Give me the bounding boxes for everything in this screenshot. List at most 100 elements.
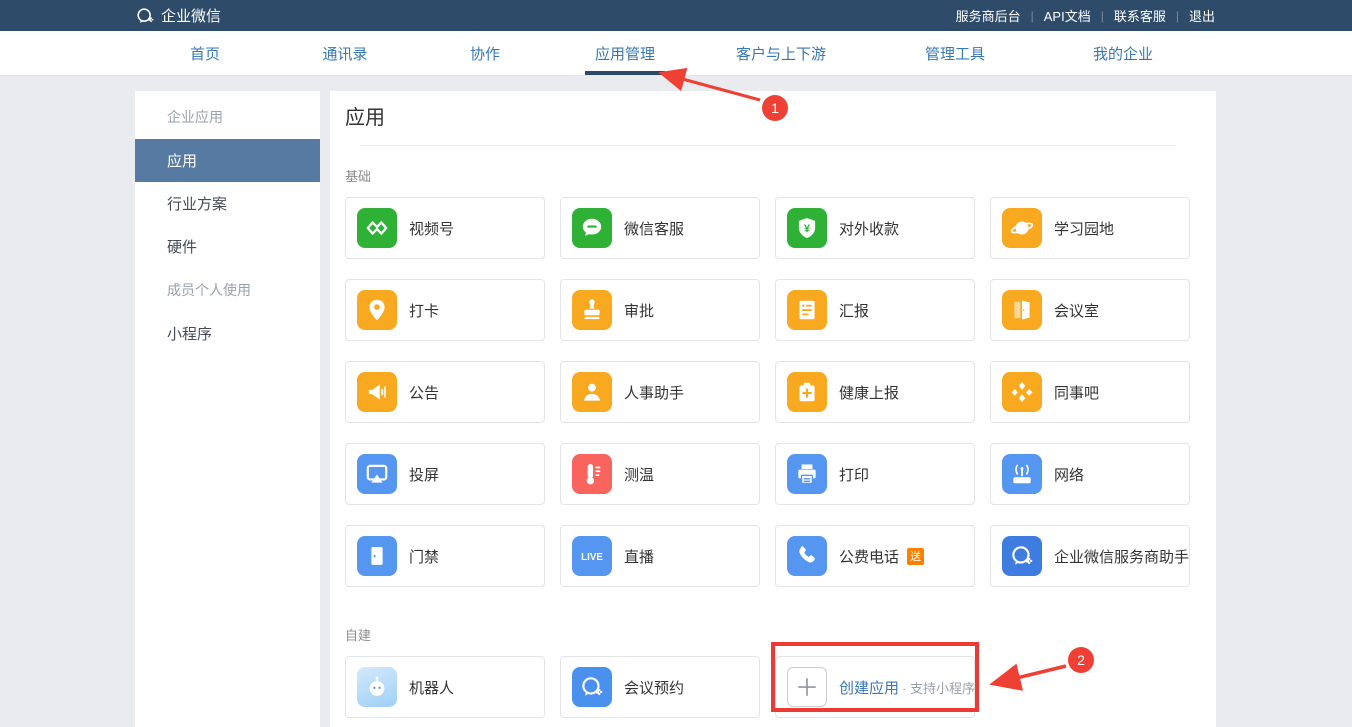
open-door-icon xyxy=(1002,290,1042,330)
topbar-link[interactable]: 服务商后台 xyxy=(956,6,1021,25)
app-label: 学习园地 xyxy=(1054,218,1114,239)
app-card-report[interactable]: 汇报 xyxy=(775,279,975,341)
app-label: 公告 xyxy=(409,382,439,403)
sidebar-group-header: 企业应用 xyxy=(135,95,320,139)
topbar-links: 服务商后台 | API文档 | 联系客服 | 退出 xyxy=(956,6,1215,25)
sidebar-item-应用[interactable]: 应用 xyxy=(135,139,320,182)
app-label: 投屏 xyxy=(409,464,439,485)
printer-icon xyxy=(787,454,827,494)
page-body: 企业应用应用行业方案硬件成员个人使用小程序 应用 基础视频号微信客服¥对外收款学… xyxy=(0,76,1352,727)
door-icon xyxy=(357,536,397,576)
app-label: 企业微信服务商助手 xyxy=(1054,546,1189,567)
nav-tab-客户与上下游[interactable]: 客户与上下游 xyxy=(695,31,867,75)
report-doc-icon xyxy=(787,290,827,330)
stamp-icon xyxy=(572,290,612,330)
app-card-door-access[interactable]: 门禁 xyxy=(345,525,545,587)
app-card-free-call[interactable]: 公费电话送 xyxy=(775,525,975,587)
app-card-temperature[interactable]: 测温 xyxy=(560,443,760,505)
sidebar-item-小程序[interactable]: 小程序 xyxy=(135,312,320,355)
app-label: 直播 xyxy=(624,546,654,567)
medkit-icon xyxy=(787,372,827,412)
app-grid: 机器人 会议预约 创建应用· 支持小程序 xyxy=(330,656,1216,718)
sidebar-group-header: 成员个人使用 xyxy=(135,268,320,312)
app-label: 对外收款 xyxy=(839,218,899,239)
wecom-logo-icon xyxy=(572,667,612,707)
nav-tab-协作[interactable]: 协作 xyxy=(415,31,555,75)
sidebar-item-行业方案[interactable]: 行业方案 xyxy=(135,182,320,225)
app-label: 汇报 xyxy=(839,300,869,321)
chat-bubble-icon xyxy=(572,208,612,248)
app-section: 基础视频号 微信客服 ¥ 对外收款 学习园地打卡 审批 汇报 会议室公告 人事助手 健康上报 同事吧… xyxy=(330,166,1216,587)
phone-icon xyxy=(787,536,827,576)
wecom-logo-icon xyxy=(1002,536,1042,576)
app-card-create-app[interactable]: 创建应用· 支持小程序 xyxy=(775,656,975,718)
app-card-wechat-customer-service[interactable]: 微信客服 xyxy=(560,197,760,259)
app-label: 机器人 xyxy=(409,677,454,698)
app-card-robot[interactable]: 机器人 xyxy=(345,656,545,718)
app-card-print[interactable]: 打印 xyxy=(775,443,975,505)
app-card-live[interactable]: LIVE 直播 xyxy=(560,525,760,587)
thermometer-icon xyxy=(572,454,612,494)
app-card-external-payment[interactable]: ¥ 对外收款 xyxy=(775,197,975,259)
nav-tab-管理工具[interactable]: 管理工具 xyxy=(867,31,1043,75)
router-icon xyxy=(1002,454,1042,494)
app-card-health-report[interactable]: 健康上报 xyxy=(775,361,975,423)
plus-icon xyxy=(787,667,827,707)
app-card-meeting-booking[interactable]: 会议预约 xyxy=(560,656,760,718)
app-label: 会议室 xyxy=(1054,300,1099,321)
app-card-channels[interactable]: 视频号 xyxy=(345,197,545,259)
app-card-colleague-bar[interactable]: 同事吧 xyxy=(990,361,1190,423)
app-card-screen-cast[interactable]: 投屏 xyxy=(345,443,545,505)
app-label: 微信客服 xyxy=(624,218,684,239)
app-label: 健康上报 xyxy=(839,382,899,403)
robot-icon xyxy=(357,667,397,707)
nav-tab-我的企业[interactable]: 我的企业 xyxy=(1043,31,1203,75)
app-card-network[interactable]: 网络 xyxy=(990,443,1190,505)
live-icon: LIVE xyxy=(572,536,612,576)
app-label: 创建应用 xyxy=(839,677,899,698)
main-panel: 应用 基础视频号 微信客服 ¥ 对外收款 学习园地打卡 审批 汇报 会议室公告 人事助手 健康上报… xyxy=(330,91,1216,727)
nav-tab-应用管理[interactable]: 应用管理 xyxy=(555,31,695,75)
separator: | xyxy=(1031,9,1034,23)
wecom-logo: 企业微信 xyxy=(135,5,221,26)
topbar-link[interactable]: 退出 xyxy=(1189,6,1215,25)
section-label: 基础 xyxy=(345,166,1201,185)
app-label: 测温 xyxy=(624,464,654,485)
app-label: 同事吧 xyxy=(1054,382,1099,403)
wecom-logo-text: 企业微信 xyxy=(161,5,221,26)
topbar-link[interactable]: 联系客服 xyxy=(1114,6,1166,25)
sidebar-item-硬件[interactable]: 硬件 xyxy=(135,225,320,268)
separator: | xyxy=(1101,9,1104,23)
svg-text:¥: ¥ xyxy=(804,223,810,235)
app-label: 公费电话 xyxy=(839,546,899,567)
page-title: 应用 xyxy=(345,104,1201,132)
app-card-approval[interactable]: 审批 xyxy=(560,279,760,341)
app-card-wecom-service-assistant[interactable]: 企业微信服务商助手 xyxy=(990,525,1190,587)
app-label: 打卡 xyxy=(409,300,439,321)
nav-tab-首页[interactable]: 首页 xyxy=(135,31,275,75)
free-badge: 送 xyxy=(907,548,924,565)
primary-nav: 首页通讯录协作应用管理客户与上下游管理工具我的企业 xyxy=(0,31,1352,76)
person-icon xyxy=(572,372,612,412)
app-card-check-in[interactable]: 打卡 xyxy=(345,279,545,341)
screencast-icon xyxy=(357,454,397,494)
nav-tab-通讯录[interactable]: 通讯录 xyxy=(275,31,415,75)
megaphone-icon xyxy=(357,372,397,412)
app-card-learning-center[interactable]: 学习园地 xyxy=(990,197,1190,259)
topbar-link[interactable]: API文档 xyxy=(1044,6,1091,25)
app-card-meeting-room[interactable]: 会议室 xyxy=(990,279,1190,341)
app-label: 打印 xyxy=(839,464,869,485)
diamonds-icon xyxy=(1002,372,1042,412)
top-bar: 企业微信 服务商后台 | API文档 | 联系客服 | 退出 xyxy=(0,0,1352,31)
location-pin-icon xyxy=(357,290,397,330)
app-label: 会议预约 xyxy=(624,677,684,698)
wecom-logo-icon xyxy=(135,6,155,26)
app-card-hr-assistant[interactable]: 人事助手 xyxy=(560,361,760,423)
separator: | xyxy=(1176,9,1179,23)
app-sublabel: · 支持小程序 xyxy=(902,678,975,697)
svg-text:LIVE: LIVE xyxy=(581,552,603,563)
app-grid: 视频号 微信客服 ¥ 对外收款 学习园地打卡 审批 汇报 会议室公告 人事助手 健康上报 同事吧投屏… xyxy=(330,197,1216,587)
section-label: 自建 xyxy=(345,625,1201,644)
app-card-announcement[interactable]: 公告 xyxy=(345,361,545,423)
app-section: 自建机器人 会议预约 创建应用· 支持小程序 xyxy=(330,625,1216,718)
